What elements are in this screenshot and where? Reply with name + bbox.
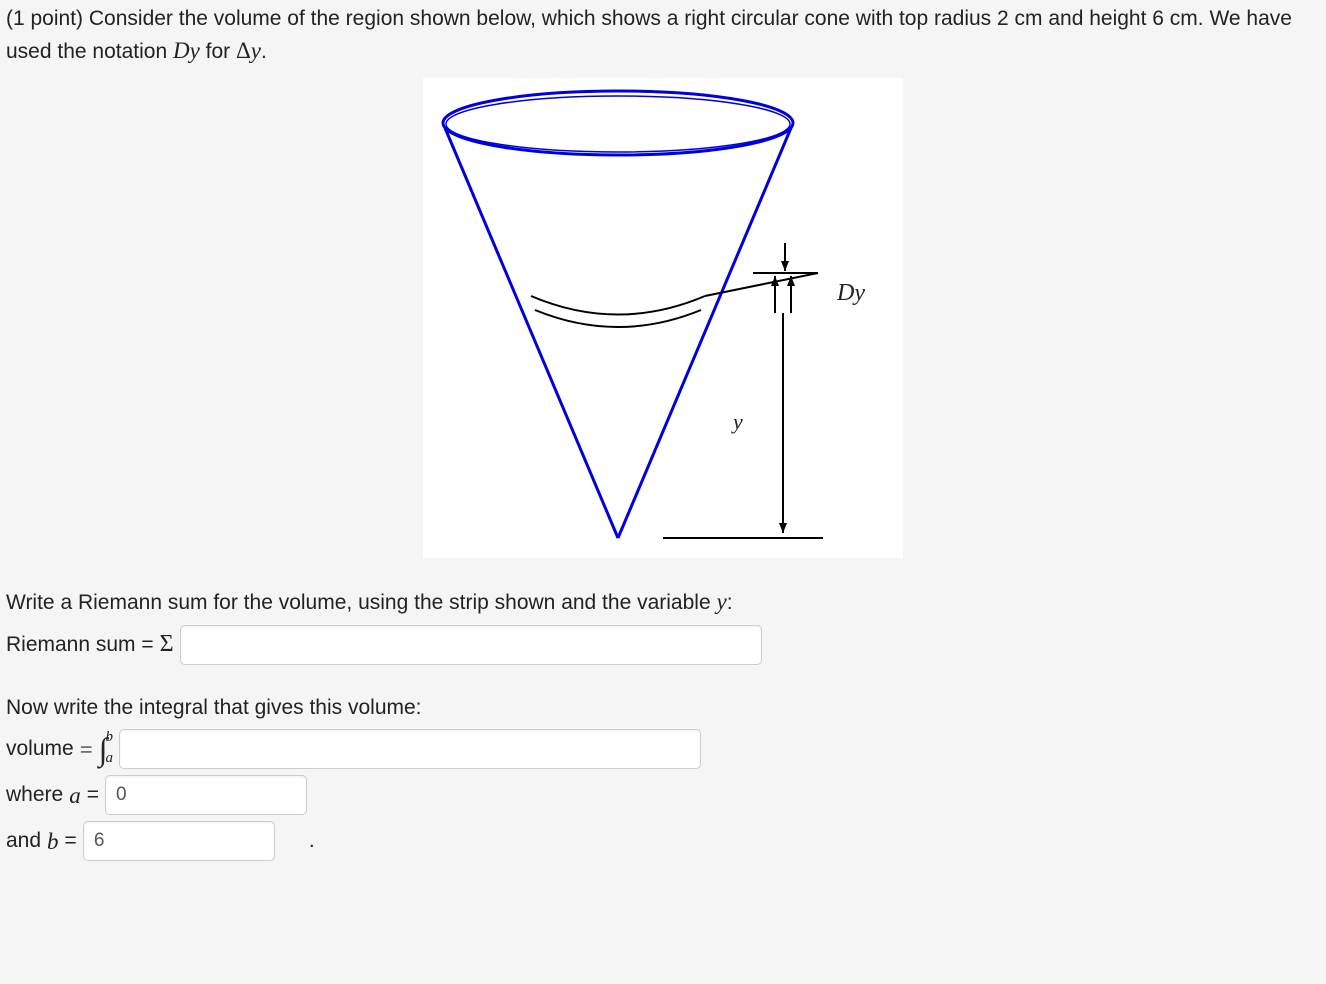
figure-label-dy: Dy <box>837 276 865 311</box>
b-symbol: b <box>47 825 59 858</box>
math-delta: Δ <box>236 38 251 63</box>
a-symbol: a <box>69 779 81 812</box>
b-equals: = <box>65 826 77 856</box>
math-y: y <box>251 38 261 63</box>
math-Dy: Dy <box>173 38 200 63</box>
riemann-var-y: y <box>716 589 726 614</box>
riemann-instruction: Write a Riemann sum for the volume, usin… <box>6 585 1320 618</box>
riemann-sum-input[interactable] <box>180 625 762 665</box>
riemann-text-1: Write a Riemann sum for the volume, usin… <box>6 591 716 614</box>
bound-a: a <box>105 751 113 766</box>
integrand-input[interactable] <box>119 729 701 769</box>
riemann-colon: : <box>727 591 733 614</box>
riemann-sum-row: Riemann sum = Σ <box>6 625 1320 665</box>
sigma-symbol: Σ <box>160 627 174 662</box>
integral-instruction: Now write the integral that gives this v… <box>6 693 1320 723</box>
and-b-row: and b = . <box>6 821 1320 861</box>
a-equals: = <box>87 780 99 810</box>
and-label: and <box>6 826 41 856</box>
trailing-period: . <box>309 826 315 856</box>
points-label: (1 point) <box>6 7 89 30</box>
problem-text-for: for <box>200 40 236 63</box>
where-a-row: where a = <box>6 775 1320 815</box>
riemann-sum-label: Riemann sum = <box>6 630 154 660</box>
problem-statement: (1 point) Consider the volume of the reg… <box>6 4 1320 68</box>
b-value-input[interactable] <box>83 821 275 861</box>
a-value-input[interactable] <box>105 775 307 815</box>
equals-1: = <box>80 733 93 766</box>
volume-label: volume <box>6 734 74 764</box>
problem-period: . <box>261 40 267 63</box>
volume-integral-row: volume = ∫ b a <box>6 729 1320 769</box>
integral-symbol: ∫ b a <box>99 734 113 764</box>
cone-figure: Dy y <box>423 78 903 558</box>
figure-label-y: y <box>733 406 743 438</box>
where-label: where <box>6 780 63 810</box>
bound-b: b <box>105 730 113 745</box>
